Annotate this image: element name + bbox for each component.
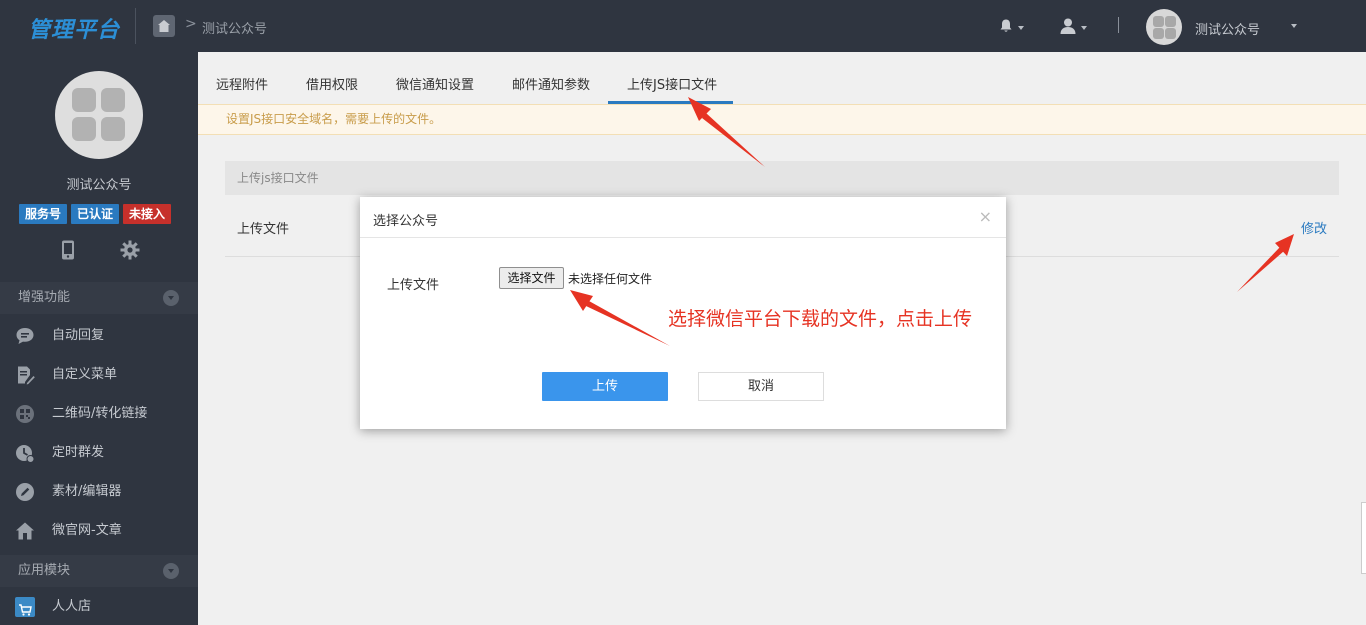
status-badge: 服务号 [19,204,68,224]
user-icon [1060,18,1076,34]
section-app-modules[interactable]: 应用模块 [0,555,198,587]
chevron-down-icon [163,563,179,579]
sidebar-account-name: 测试公众号 [66,178,132,193]
section-enhanced-features[interactable]: 增强功能 [0,282,198,314]
status-badge: 未接入 [123,204,172,224]
user-menu-button[interactable] [1059,17,1087,39]
home-button[interactable] [153,15,175,37]
section-label: 应用模块 [18,563,71,578]
home-icon [158,20,170,32]
clock-icon [16,445,35,463]
breadcrumb[interactable]: 测试公众号 [202,18,267,37]
sidebar-item-microsite[interactable]: 微官网-文章 [0,511,198,550]
cancel-button[interactable]: 取消 [698,372,824,401]
tab-wechat-notify[interactable]: 微信通知设置 [396,74,474,93]
panel-header: 上传js接口文件 [225,161,1339,195]
tab-email-notify[interactable]: 邮件通知参数 [512,74,590,93]
avatar[interactable] [1146,9,1182,45]
chevron-down-icon [163,290,179,306]
breadcrumb-separator: > [185,16,197,32]
sidebar-item-renrendian[interactable]: 人人店 [0,587,198,625]
avatar [55,71,143,159]
tab-borrow-permission[interactable]: 借用权限 [306,74,358,93]
account-badges: 服务号 已认证 未接入 [19,204,172,224]
app-logo[interactable]: 管理平台 [28,12,120,44]
annotation-hint: 选择微信平台下载的文件，点击上传 [668,308,973,330]
floating-side-tab[interactable] [1361,502,1366,574]
row-label: 上传文件 [237,222,290,237]
sidebar-item-materials[interactable]: 素材/编辑器 [0,472,198,511]
top-navbar: 管理平台 > 测试公众号 测试公众号 [0,0,1366,52]
home-icon [16,522,34,540]
divider [1118,17,1119,33]
sidebar-item-custom-menu[interactable]: 自定义菜单 [0,355,198,394]
bell-icon [1000,19,1012,32]
section-label: 增强功能 [18,290,71,305]
notice-bar: 设置JS接口安全域名，需要上传的文件。 [198,104,1366,135]
sidebar-item-label: 人人店 [52,599,92,614]
gear-icon[interactable] [120,240,140,260]
mobile-icon[interactable] [60,240,76,260]
choose-file-button[interactable]: 选择文件 [499,267,564,289]
chevron-down-icon [1081,26,1087,30]
status-badge: 已认证 [71,204,120,224]
sidebar-item-label: 素材/编辑器 [52,484,122,499]
chevron-down-icon [1018,26,1024,30]
account-name[interactable]: 测试公众号 [1195,19,1260,38]
tab-remote-attachments[interactable]: 远程附件 [216,74,268,93]
notifications-button[interactable] [998,18,1024,38]
sidebar-item-label: 微官网-文章 [52,523,122,538]
sidebar-item-scheduled-send[interactable]: 定时群发 [0,433,198,472]
file-status: 未选择任何文件 [568,272,653,286]
qrcode-icon [16,405,34,423]
divider [360,237,1006,238]
edit-doc-icon [18,366,35,385]
chat-icon [16,328,34,344]
field-label: 上传文件 [387,278,440,293]
cart-icon [15,597,35,617]
edit-link[interactable]: 修改 [1301,218,1327,237]
sidebar-item-label: 自动回复 [52,328,105,343]
sidebar-item-qrcode[interactable]: 二维码/转化链接 [0,394,198,433]
settings-tabs: 远程附件 借用权限 微信通知设置 邮件通知参数 上传JS接口文件 [198,52,1366,104]
close-icon[interactable]: × [979,207,992,226]
divider [135,8,136,44]
pencil-icon [16,483,34,501]
upload-button[interactable]: 上传 [542,372,668,401]
select-account-dialog: 选择公众号 × 上传文件 选择文件 未选择任何文件 选择微信平台下载的文件，点击… [360,197,1006,429]
dialog-title: 选择公众号 [373,214,439,229]
sidebar-item-label: 定时群发 [52,445,105,460]
sidebar-item-label: 自定义菜单 [52,367,118,382]
sidebar-item-auto-reply[interactable]: 自动回复 [0,316,198,355]
tab-upload-js-file[interactable]: 上传JS接口文件 [627,74,717,93]
chevron-down-icon[interactable] [1291,24,1297,28]
sidebar-item-label: 二维码/转化链接 [52,406,148,421]
sidebar: 测试公众号 服务号 已认证 未接入 增强功能 自动回复 自定义菜单 二维码/转化… [0,52,198,625]
